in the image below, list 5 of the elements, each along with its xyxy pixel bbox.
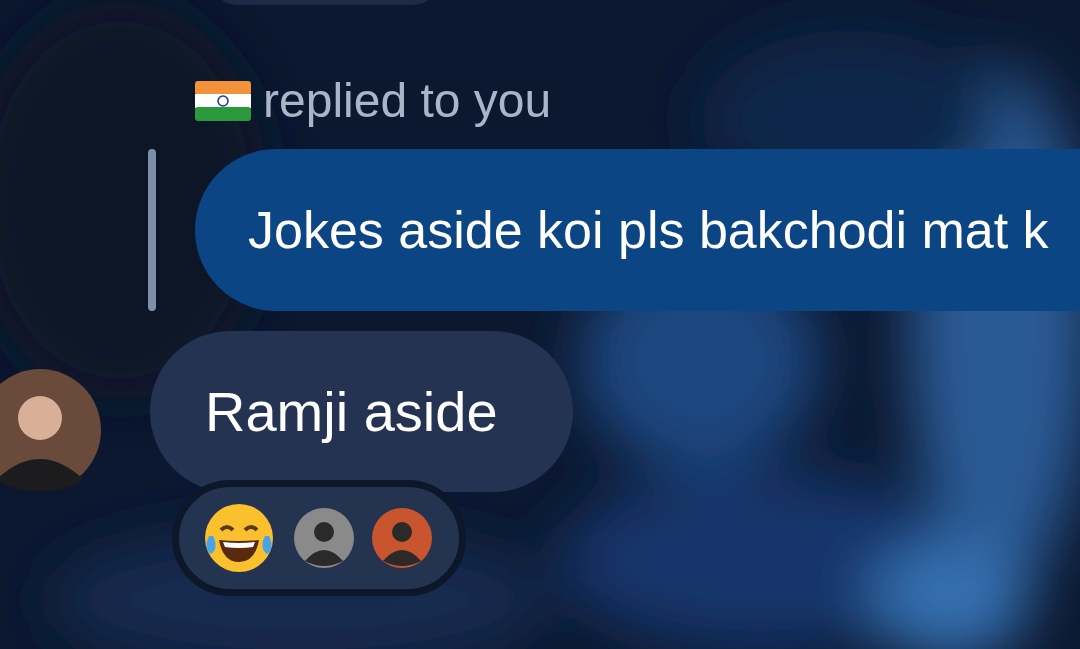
avatar xyxy=(371,507,433,569)
flag-icon xyxy=(195,81,251,121)
avatar xyxy=(293,507,355,569)
quoted-message-bubble[interactable]: Jokes aside koi pls bakchodi mat k xyxy=(195,149,1080,311)
reply-label: replied to you xyxy=(263,77,552,125)
